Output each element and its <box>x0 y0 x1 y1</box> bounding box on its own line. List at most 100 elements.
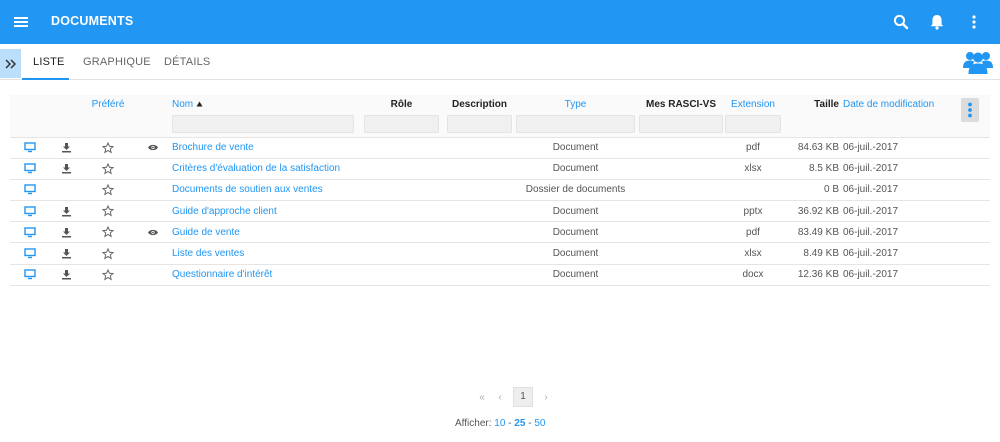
col-header-description[interactable]: Description <box>445 95 514 137</box>
next-page-button[interactable]: › <box>537 392 555 403</box>
document-name-link[interactable]: Questionnaire d'intérêt <box>172 264 358 286</box>
monitor-icon <box>24 142 36 153</box>
col-label-name: Nom <box>172 99 194 110</box>
download-button[interactable] <box>50 200 82 223</box>
notification-bell-icon[interactable] <box>926 11 948 33</box>
filter-input-extension[interactable] <box>725 115 781 133</box>
document-name-link[interactable]: Guide de vente <box>172 221 358 244</box>
cell-type: Dossier de documents <box>514 179 637 202</box>
more-vertical-icon <box>968 102 972 118</box>
table-row[interactable]: Brochure de vente Document pdf 84.63 KB 06-j… <box>10 137 990 159</box>
favorite-button[interactable] <box>82 158 134 180</box>
document-name-link[interactable]: Documents de soutien aux ventes <box>172 179 358 202</box>
cell-description <box>445 179 514 202</box>
search-icon[interactable] <box>890 11 912 33</box>
download-icon <box>61 143 71 153</box>
open-document-button[interactable] <box>10 137 50 159</box>
favorite-button[interactable] <box>82 221 134 244</box>
cell-role <box>358 158 445 180</box>
favorite-button[interactable] <box>82 264 134 286</box>
team-users-icon[interactable] <box>963 48 993 74</box>
cell-description <box>445 200 514 223</box>
cell-type: Document <box>514 242 637 265</box>
cell-size: 0 B <box>781 179 843 202</box>
filter-input-name[interactable] <box>172 115 354 133</box>
col-header-size[interactable]: Taille <box>781 95 843 137</box>
document-name-link[interactable]: Brochure de vente <box>172 137 358 159</box>
col-header-modified[interactable]: Date de modification <box>843 95 950 137</box>
tab-bar: LISTE GRAPHIQUE DÉTAILS <box>0 47 1000 80</box>
star-outline-icon <box>101 226 115 238</box>
cell-type: Document <box>514 137 637 159</box>
open-document-button[interactable] <box>10 179 50 202</box>
open-document-button[interactable] <box>10 242 50 265</box>
col-header-rasci[interactable]: Mes RASCI-VS <box>637 95 725 137</box>
cell-modified: 06-juil.-2017 <box>843 264 950 286</box>
document-name-link[interactable]: Liste des ventes <box>172 242 358 265</box>
cell-size: 12.36 KB <box>781 264 843 286</box>
cell-modified: 06-juil.-2017 <box>843 221 950 244</box>
download-button[interactable] <box>50 242 82 265</box>
more-vertical-icon[interactable] <box>963 11 985 33</box>
preview-button[interactable] <box>134 221 172 244</box>
open-document-button[interactable] <box>10 221 50 244</box>
favorite-button[interactable] <box>82 179 134 202</box>
cell-description <box>445 221 514 244</box>
favorite-button[interactable] <box>82 137 134 159</box>
first-page-button[interactable]: « <box>473 392 491 403</box>
table-row[interactable]: Critères d'évaluation de la satisfaction… <box>10 158 990 180</box>
download-button[interactable] <box>50 158 82 180</box>
cell-options <box>950 158 990 180</box>
col-header-role[interactable]: Rôle <box>358 95 445 137</box>
table-row[interactable]: Guide d'approche client Document pptx 36.92… <box>10 200 990 223</box>
document-name-link[interactable]: Critères d'évaluation de la satisfaction <box>172 158 358 180</box>
star-outline-icon <box>101 162 115 175</box>
column-options-button[interactable] <box>961 98 979 122</box>
current-page[interactable]: 1 <box>513 387 533 407</box>
page-size-50[interactable]: 50 <box>534 418 545 429</box>
star-outline-icon <box>101 204 115 217</box>
preview-button[interactable] <box>134 137 172 159</box>
cell-extension: xlsx <box>725 242 781 265</box>
favorite-button[interactable] <box>82 200 134 223</box>
cell-options <box>950 242 990 265</box>
cell-modified: 06-juil.-2017 <box>843 179 950 202</box>
open-document-button[interactable] <box>10 264 50 286</box>
open-document-button[interactable] <box>10 158 50 180</box>
open-document-button[interactable] <box>10 200 50 223</box>
filter-input-type[interactable] <box>516 115 635 133</box>
page-size-10[interactable]: 10 <box>494 418 505 429</box>
favorite-button[interactable] <box>82 242 134 265</box>
table-row[interactable]: Questionnaire d'intérêt Document docx 12.36… <box>10 264 990 286</box>
tab-details[interactable]: DÉTAILS <box>164 56 210 68</box>
tab-liste[interactable]: LISTE <box>33 56 65 68</box>
preview-button <box>134 179 172 202</box>
cell-size: 8.5 KB <box>781 158 843 180</box>
tab-graphique[interactable]: GRAPHIQUE <box>83 56 151 68</box>
cell-extension: pptx <box>725 200 781 223</box>
cell-rasci <box>637 221 725 244</box>
star-outline-icon <box>101 268 115 281</box>
cell-size: 8.49 KB <box>781 242 843 265</box>
table-row[interactable]: Guide de vente Document pdf 83.49 KB 06-juil… <box>10 221 990 244</box>
download-button[interactable] <box>50 137 82 159</box>
cell-description <box>445 158 514 180</box>
filter-input-description[interactable] <box>447 115 512 133</box>
prev-page-button[interactable]: ‹ <box>491 392 509 403</box>
preview-button <box>134 158 172 180</box>
col-header-favorite[interactable]: Préféré <box>82 95 134 137</box>
col-header-extension[interactable]: Extension <box>725 95 781 137</box>
download-button[interactable] <box>50 264 82 286</box>
col-header-type[interactable]: Type <box>514 95 637 137</box>
document-name-link[interactable]: Guide d'approche client <box>172 200 358 223</box>
table-row[interactable]: Liste des ventes Document xlsx 8.49 KB 06-ju… <box>10 242 990 265</box>
col-header-name[interactable]: Nom <box>172 95 358 137</box>
table-row[interactable]: Documents de soutien aux ventes Dossier d… <box>10 179 990 202</box>
download-button[interactable] <box>50 221 82 244</box>
filter-input-role[interactable] <box>364 115 439 133</box>
filter-input-rasci[interactable] <box>639 115 723 133</box>
hamburger-menu-icon[interactable] <box>11 12 31 32</box>
panel-expand-button[interactable] <box>0 49 21 78</box>
page-size-25[interactable]: 25 <box>514 418 525 429</box>
cell-role <box>358 242 445 265</box>
